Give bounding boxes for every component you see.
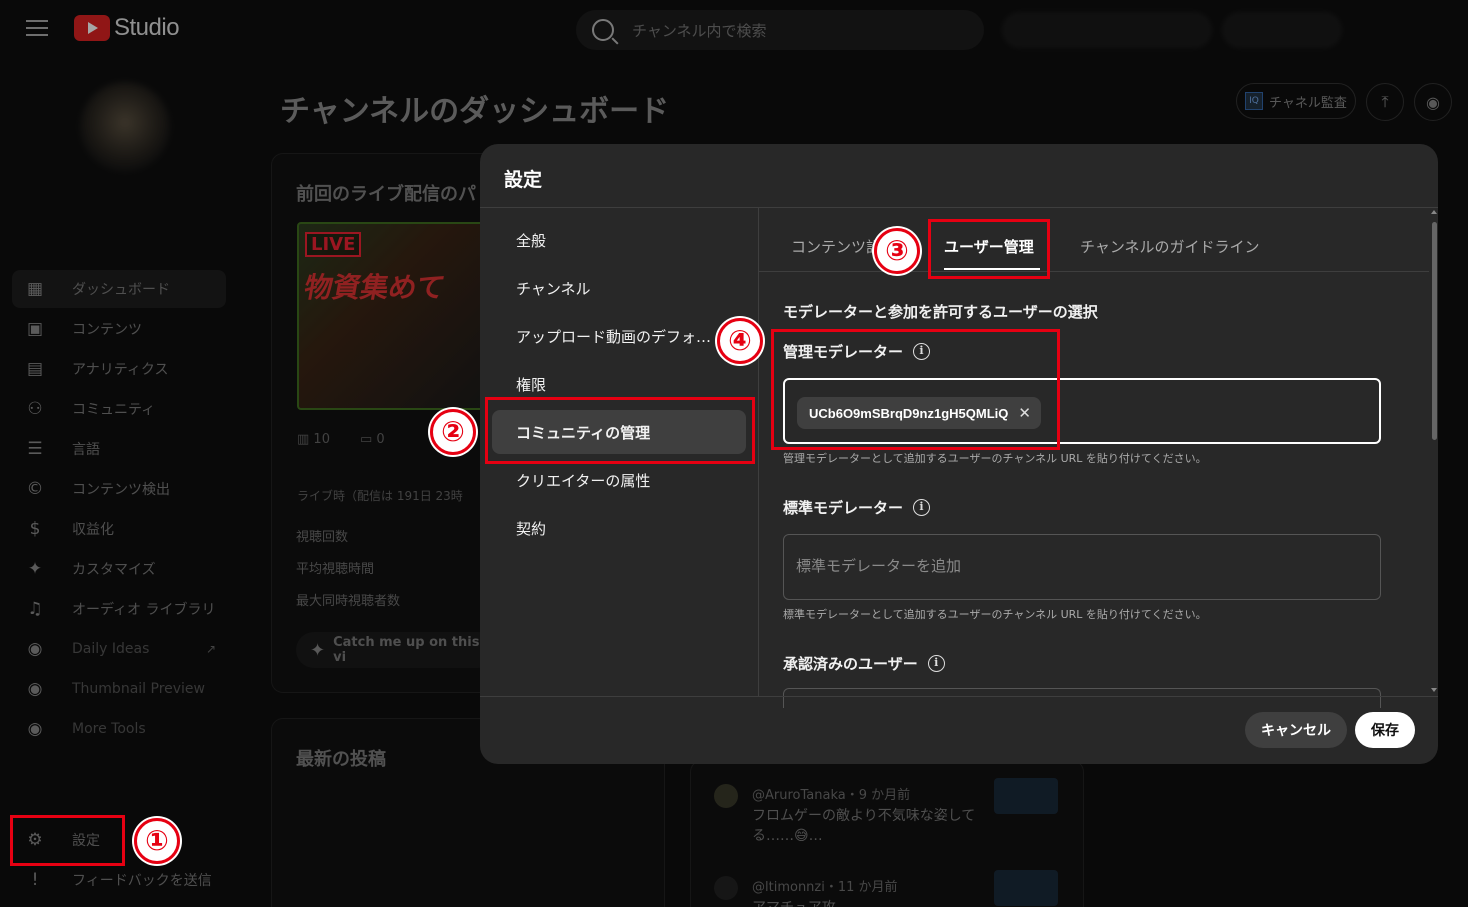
settings-nav-general[interactable]: 全般 [492,218,746,262]
managing-moderators-helper: 管理モデレーターとして追加するユーザーのチャンネル URL を貼り付けてください… [783,452,1207,465]
section-heading: モデレーターと参加を許可するユーザーの選択 [783,303,1098,321]
divider [758,208,759,696]
cancel-button[interactable]: キャンセル [1245,712,1347,748]
settings-nav-agreements[interactable]: 契約 [492,506,746,550]
standard-moderators-helper: 標準モデレーターとして追加するユーザーのチャンネル URL を貼り付けてください… [783,608,1207,621]
info-icon[interactable]: i [927,655,945,672]
community-tabs: コンテンツ設定 ユーザー管理 チャンネルのガイドライン [759,208,1429,272]
step-marker-1: ① [134,818,180,864]
step-marker-3: ③ [874,228,920,274]
annotation-box-user-management [928,219,1050,279]
step-marker-2: ② [430,409,476,455]
settings-nav-upload-defaults[interactable]: アップロード動画のデフォルト設定 [492,314,746,358]
scroll-up-icon[interactable] [1431,210,1437,214]
standard-moderators-label: 標準モデレーター i [783,497,931,518]
tab-channel-guidelines[interactable]: チャンネルのガイドライン [1080,236,1260,257]
info-icon[interactable]: i [913,499,931,516]
standard-moderators-field[interactable] [783,534,1381,600]
field-label-text: 承認済みのユーザー [783,655,918,673]
approved-users-label: 承認済みのユーザー i [783,653,945,674]
step-marker-4: ④ [717,318,763,364]
dialog-title: 設定 [504,169,543,191]
nav-label: クリエイターの属性 [516,471,651,490]
field-label-text: 標準モデレーター [783,499,904,517]
approved-users-field[interactable] [783,688,1381,708]
scroll-thumb[interactable] [1432,222,1437,440]
scroll-down-icon[interactable] [1431,688,1437,692]
annotation-box-managing-moderators [771,329,1060,450]
nav-label: 全般 [516,231,547,250]
scrollbar[interactable] [1431,210,1437,694]
settings-nav-creator-attributes[interactable]: クリエイターの属性 [492,458,746,502]
standard-moderators-input[interactable] [796,557,1356,575]
annotation-box-settings [10,815,125,866]
save-button[interactable]: 保存 [1355,712,1415,748]
nav-label: 権限 [516,375,547,394]
nav-label: チャンネル [516,279,591,298]
divider [480,696,1438,697]
settings-nav-channel[interactable]: チャンネル [492,266,746,310]
annotation-box-community [485,397,755,464]
nav-label: 契約 [516,519,547,538]
nav-label: アップロード動画のデフォルト設定 [516,327,712,346]
